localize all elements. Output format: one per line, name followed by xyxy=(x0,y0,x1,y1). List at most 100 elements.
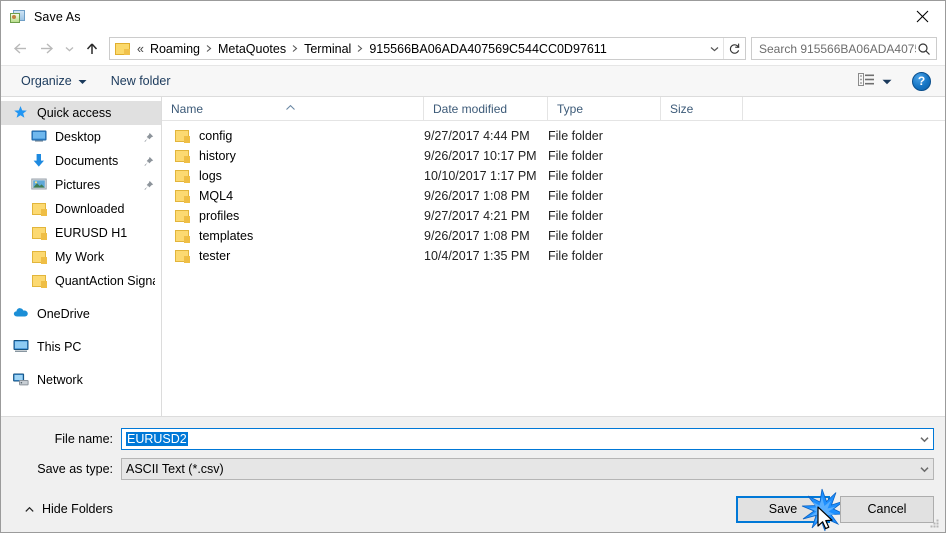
save-button-label: Save xyxy=(768,502,798,516)
pin-icon[interactable] xyxy=(141,156,155,167)
sidebar-item-desktop[interactable]: Desktop xyxy=(1,125,161,149)
sidebar-item-pictures[interactable]: Pictures xyxy=(1,173,161,197)
sidebar-item-eurusd-h1[interactable]: EURUSD H1 xyxy=(1,221,161,245)
file-type: File folder xyxy=(548,189,603,203)
folder-icon xyxy=(31,201,48,217)
breadcrumb-separator-icon[interactable] xyxy=(355,44,365,53)
resize-grip-icon[interactable] xyxy=(928,516,941,529)
breadcrumb-item-1[interactable]: MetaQuotes xyxy=(214,40,290,58)
column-header-date-modified[interactable]: Date modified xyxy=(424,96,548,121)
cancel-button-label: Cancel xyxy=(867,502,907,516)
sidebar-item-onedrive[interactable]: OneDrive xyxy=(1,302,161,326)
save-as-type-value: ASCII Text (*.csv) xyxy=(126,462,224,476)
file-name: MQL4 xyxy=(199,189,234,203)
cancel-button[interactable]: Cancel xyxy=(840,495,934,523)
breadcrumb: « Roaming MetaQuotes Terminal 915566BA06… xyxy=(135,38,705,59)
breadcrumb-separator-icon[interactable] xyxy=(290,44,300,53)
recent-locations-chevron-icon[interactable] xyxy=(59,36,79,62)
table-row[interactable]: history 9/26/2017 10:17 PM File folder xyxy=(162,146,945,166)
help-label: ? xyxy=(917,74,926,88)
sidebar-item-documents[interactable]: Documents xyxy=(1,149,161,173)
column-header-label: Name xyxy=(171,101,204,116)
folder-icon xyxy=(31,273,48,289)
up-arrow-icon[interactable] xyxy=(79,36,105,62)
breadcrumb-item-2[interactable]: Terminal xyxy=(300,40,355,58)
hide-folders-button[interactable]: Hide Folders xyxy=(18,498,119,520)
breadcrumb-item-3[interactable]: 915566BA06ADA407569C544CC0D97611 xyxy=(365,40,610,58)
close-icon[interactable] xyxy=(899,1,945,31)
save-app-icon xyxy=(10,9,26,25)
save-as-dialog: Save As « Roaming MetaQuotes Terminal 91… xyxy=(0,0,946,533)
window-title: Save As xyxy=(34,9,81,24)
sidebar-item-network[interactable]: Network xyxy=(1,368,161,392)
sidebar-item-quantaction-signal[interactable]: QuantAction Signal xyxy=(1,269,161,293)
column-header-size[interactable]: Size xyxy=(661,96,743,121)
save-as-type-row: Save as type: ASCII Text (*.csv) xyxy=(1,456,945,482)
pin-icon[interactable] xyxy=(141,132,155,143)
back-arrow-icon[interactable] xyxy=(7,36,33,62)
folder-icon xyxy=(174,228,191,244)
organize-button[interactable]: Organize xyxy=(15,71,93,91)
sidebar-item-label: EURUSD H1 xyxy=(55,226,128,240)
table-row[interactable]: config 9/27/2017 4:44 PM File folder xyxy=(162,126,945,146)
table-row[interactable]: templates 9/26/2017 1:08 PM File folder xyxy=(162,226,945,246)
file-name: tester xyxy=(199,249,231,263)
table-row[interactable]: MQL4 9/26/2017 1:08 PM File folder xyxy=(162,186,945,206)
command-bar: Organize New folder ? xyxy=(1,65,945,97)
file-name: config xyxy=(199,129,233,143)
forward-arrow-icon[interactable] xyxy=(33,36,59,62)
file-type: File folder xyxy=(548,249,603,263)
sidebar-item-label: This PC xyxy=(37,340,82,354)
column-header-type[interactable]: Type xyxy=(548,96,661,121)
sidebar-item-label: My Work xyxy=(55,250,105,264)
file-date-modified: 9/26/2017 1:08 PM xyxy=(424,229,530,243)
sidebar-item-label: Pictures xyxy=(55,178,101,192)
pin-icon[interactable] xyxy=(141,180,155,191)
save-button[interactable]: Save xyxy=(736,488,845,531)
folder-icon xyxy=(174,188,191,204)
view-layout-icon xyxy=(858,73,875,89)
click-burst-icon xyxy=(798,487,846,533)
column-header-filler xyxy=(743,97,945,121)
search-input[interactable]: Search 915566BA06ADA40756... xyxy=(751,37,937,60)
column-header-name[interactable]: Name xyxy=(162,96,424,121)
button-row: Hide Folders Save Cancel xyxy=(1,486,945,532)
sidebar-item-label: OneDrive xyxy=(37,307,90,321)
sidebar-item-my-work[interactable]: My Work xyxy=(1,245,161,269)
table-row[interactable]: logs 10/10/2017 1:17 PM File folder xyxy=(162,166,945,186)
file-name: templates xyxy=(199,229,254,243)
table-row[interactable]: tester 10/4/2017 1:35 PM File folder xyxy=(162,246,945,266)
refresh-icon[interactable] xyxy=(723,38,745,59)
network-icon xyxy=(13,372,30,388)
pictures-icon xyxy=(31,177,48,193)
mouse-pointer-icon xyxy=(816,505,838,533)
save-as-type-select[interactable]: ASCII Text (*.csv) xyxy=(121,458,934,480)
table-row[interactable]: profiles 9/27/2017 4:21 PM File folder xyxy=(162,206,945,226)
folder-icon xyxy=(115,42,131,56)
file-name-input[interactable]: EURUSD2 xyxy=(121,428,934,450)
view-dropdown-caret-down-icon[interactable] xyxy=(882,74,892,88)
view-layout-button[interactable] xyxy=(852,70,898,92)
save-as-type-chevron-down-icon[interactable] xyxy=(915,466,933,473)
file-name-chevron-down-icon[interactable] xyxy=(915,436,933,443)
address-dropdown-chevron-down-icon[interactable] xyxy=(705,38,723,59)
file-date-modified: 9/26/2017 10:17 PM xyxy=(424,149,537,163)
sidebar-item-label: QuantAction Signal xyxy=(55,274,155,288)
chevron-up-icon xyxy=(24,502,35,516)
breadcrumb-separator-icon[interactable] xyxy=(204,44,214,53)
sidebar-item-quick-access[interactable]: Quick access xyxy=(1,101,161,125)
new-folder-button[interactable]: New folder xyxy=(105,71,177,91)
file-type: File folder xyxy=(548,169,603,183)
onedrive-cloud-icon xyxy=(13,306,30,322)
search-icon[interactable] xyxy=(916,42,932,56)
file-list: config 9/27/2017 4:44 PM File folder his… xyxy=(162,121,945,416)
file-date-modified: 9/27/2017 4:21 PM xyxy=(424,209,530,223)
breadcrumb-item-0[interactable]: Roaming xyxy=(146,40,204,58)
sidebar-item-this-pc[interactable]: This PC xyxy=(1,335,161,359)
hide-folders-label: Hide Folders xyxy=(42,502,113,516)
sidebar-item-downloaded[interactable]: Downloaded xyxy=(1,197,161,221)
sort-ascending-chevron xyxy=(285,97,296,120)
help-question-icon[interactable]: ? xyxy=(912,71,931,91)
address-bar[interactable]: « Roaming MetaQuotes Terminal 915566BA06… xyxy=(109,37,746,60)
breadcrumb-overflow[interactable]: « xyxy=(135,40,146,58)
